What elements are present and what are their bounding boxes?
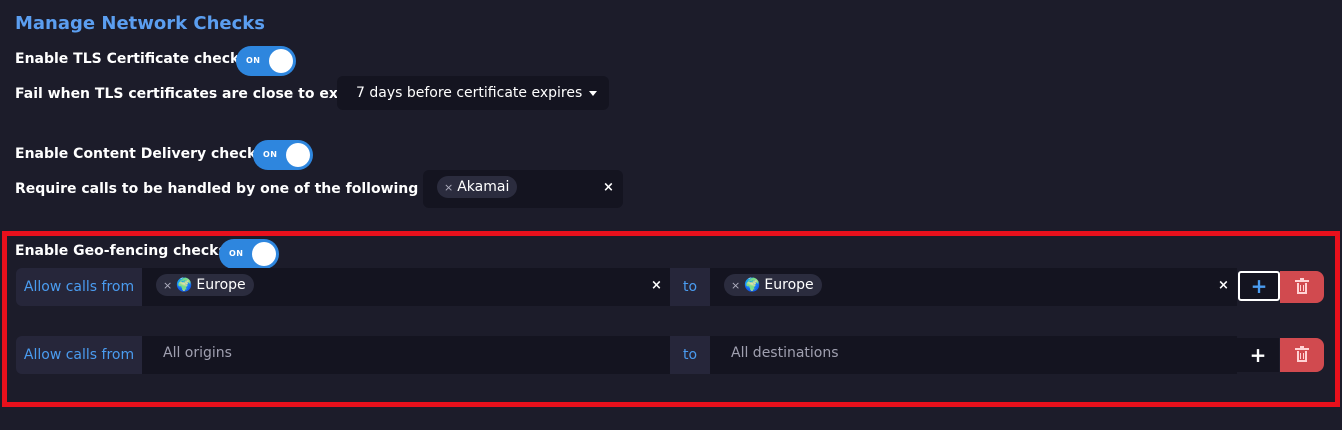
globe-icon: 🌍 xyxy=(744,277,761,293)
origin-chip: × 🌍 Europe xyxy=(156,274,254,296)
plus-icon: + xyxy=(1249,343,1267,367)
clear-icon[interactable]: × xyxy=(651,278,662,293)
tls-enable-label: Enable TLS Certificate checks: xyxy=(15,51,254,67)
tls-expiry-label: Fail when TLS certificates are close to … xyxy=(15,86,375,102)
globe-icon: 🌍 xyxy=(176,277,193,293)
toggle-on-text: ON xyxy=(229,249,244,258)
allow-calls-from-label: Allow calls from xyxy=(16,336,142,374)
clear-icon[interactable]: × xyxy=(1218,278,1229,293)
chevron-down-icon xyxy=(589,91,597,96)
origin-select[interactable]: × 🌍 Europe × xyxy=(142,268,670,306)
origin-chip-label: Europe xyxy=(196,277,246,293)
delete-rule-button[interactable] xyxy=(1280,338,1324,372)
cdn-require-label: Require calls to be handled by one of th… xyxy=(15,181,471,197)
close-icon[interactable]: × xyxy=(444,181,453,194)
allow-calls-from-label: Allow calls from xyxy=(16,268,142,306)
cdn-select[interactable]: × Akamai × xyxy=(423,170,623,208)
to-label: to xyxy=(670,336,710,374)
clear-icon[interactable]: × xyxy=(603,180,614,195)
close-icon[interactable]: × xyxy=(163,279,172,292)
toggle-on-text: ON xyxy=(246,56,261,65)
geo-enable-label: Enable Geo-fencing checks: xyxy=(15,243,233,259)
close-icon[interactable]: × xyxy=(731,279,740,292)
trash-icon xyxy=(1295,278,1309,294)
tls-toggle[interactable]: ON xyxy=(236,46,296,76)
delete-rule-button[interactable] xyxy=(1280,271,1324,303)
origin-select[interactable]: All origins xyxy=(142,336,670,374)
geo-toggle[interactable]: ON xyxy=(219,239,279,269)
cdn-chip-label: Akamai xyxy=(457,179,510,195)
trash-icon xyxy=(1295,346,1309,362)
destination-placeholder: All destinations xyxy=(731,345,839,361)
to-label: to xyxy=(670,268,710,306)
destination-select[interactable]: All destinations xyxy=(710,336,1237,374)
cdn-enable-label: Enable Content Delivery checks: xyxy=(15,146,271,162)
add-rule-button[interactable]: + xyxy=(1238,271,1280,301)
tls-expiry-select[interactable]: 7 days before certificate expires xyxy=(337,76,609,110)
destination-select[interactable]: × 🌍 Europe × xyxy=(710,268,1237,306)
add-rule-button[interactable]: + xyxy=(1237,338,1279,372)
toggle-knob xyxy=(269,49,293,73)
origin-placeholder: All origins xyxy=(163,345,232,361)
tls-expiry-value: 7 days before certificate expires xyxy=(356,85,583,101)
toggle-knob xyxy=(252,242,276,266)
toggle-knob xyxy=(286,143,310,167)
toggle-on-text: ON xyxy=(263,150,278,159)
page-title: Manage Network Checks xyxy=(15,13,265,34)
cdn-toggle[interactable]: ON xyxy=(253,140,313,170)
destination-chip-label: Europe xyxy=(764,277,814,293)
cdn-chip: × Akamai xyxy=(437,176,518,198)
plus-icon: + xyxy=(1250,274,1268,298)
destination-chip: × 🌍 Europe xyxy=(724,274,822,296)
